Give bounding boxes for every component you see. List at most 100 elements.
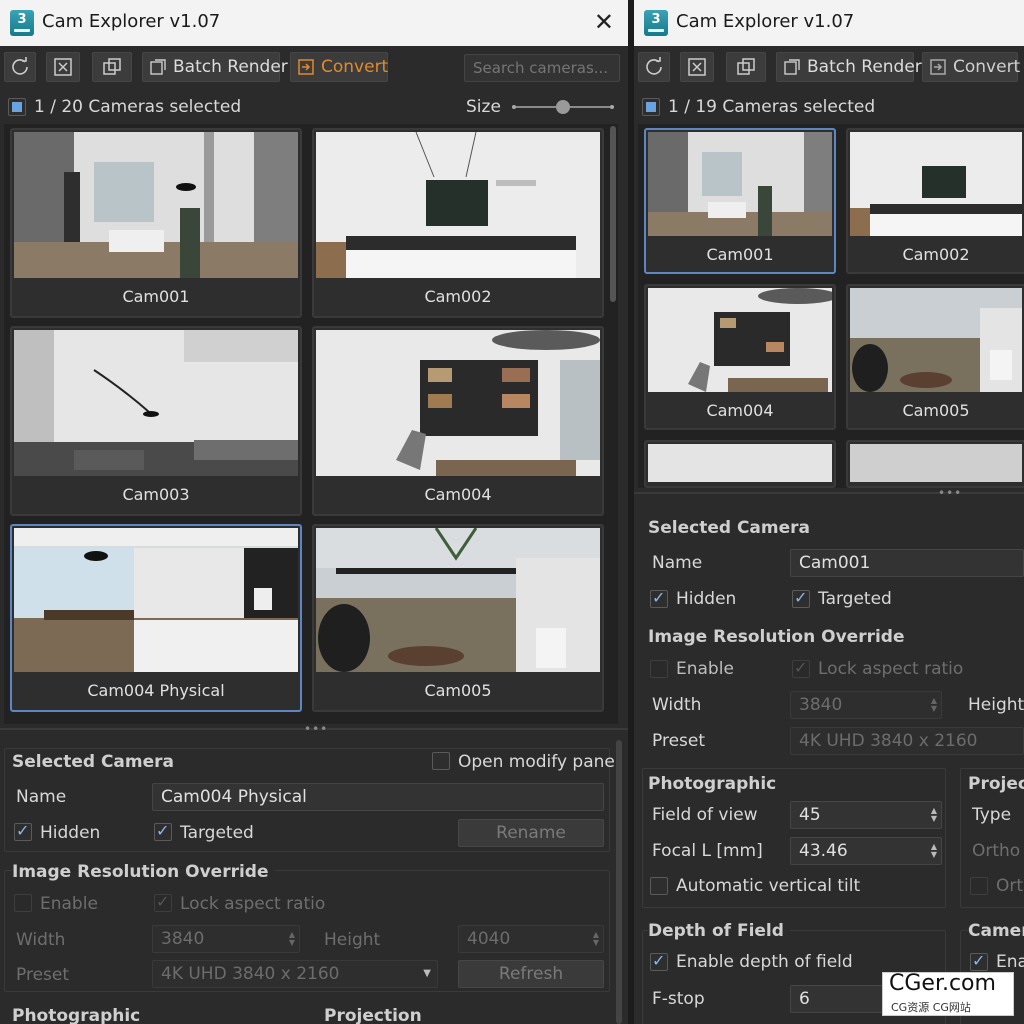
convert-button[interactable]: Convert	[922, 52, 1020, 82]
convert-button[interactable]: Convert	[290, 52, 388, 82]
batch-render-icon	[784, 59, 800, 75]
thumbnail-scrollbar[interactable]	[610, 126, 616, 302]
batch-render-button[interactable]: Batch Render	[142, 52, 288, 82]
hidden-checkbox[interactable]	[14, 821, 32, 841]
projection-type-label: Type	[972, 805, 1012, 825]
window-title: Cam Explorer v1.07	[42, 11, 221, 32]
width-field[interactable]: 3840 ▲ ▼	[152, 925, 300, 953]
refresh-button[interactable]	[4, 52, 36, 82]
spinner-icon[interactable]: ▲ ▼	[593, 931, 599, 947]
close-icon[interactable]: ✕	[594, 8, 614, 36]
spinner-icon[interactable]: ▲ ▼	[931, 807, 937, 823]
thumbnail-cam004[interactable]: Cam004	[644, 284, 836, 430]
camera-name-field[interactable]: Cam001	[790, 549, 1024, 577]
thumbnail-cam003[interactable]: Cam003	[10, 326, 302, 516]
camera-name-field[interactable]: Cam004 Physical	[152, 783, 604, 811]
cam-preview-image	[316, 528, 600, 672]
open-modify-panel-label: Open modify panel	[458, 752, 620, 772]
cam-preview-image	[316, 132, 600, 278]
thumbnail-cam001[interactable]: Cam001	[10, 128, 302, 318]
thumbnail-caption: Cam003	[122, 485, 190, 504]
resolution-enable-checkbox[interactable]	[650, 660, 668, 678]
batch-render-label: Batch Render	[807, 57, 922, 77]
cam-preview-image	[850, 132, 1022, 236]
clear-selection-icon	[54, 58, 72, 76]
properties-scrollbar[interactable]	[616, 740, 622, 1024]
thumbnail-cam002[interactable]: Cam002	[312, 128, 604, 318]
focal-length-field[interactable]: 43.46 ▲ ▼	[790, 837, 942, 865]
thumbnail-caption: Cam005	[424, 681, 492, 700]
duplicate-button[interactable]	[726, 52, 766, 82]
refresh-button[interactable]	[638, 52, 670, 82]
app-icon: 3	[10, 10, 34, 36]
search-input[interactable]	[464, 54, 620, 82]
app-icon: 3	[644, 10, 668, 36]
resolution-enable-checkbox[interactable]	[14, 894, 32, 912]
lock-aspect-checkbox[interactable]	[154, 892, 172, 912]
rename-button[interactable]: Rename	[458, 819, 604, 847]
select-all-checkbox[interactable]	[642, 98, 660, 116]
spinner-icon[interactable]: ▲ ▼	[289, 931, 295, 947]
enable-dof-label: Enable depth of field	[676, 952, 853, 972]
clear-selection-icon	[688, 58, 706, 76]
splitter-grip[interactable]: •••	[938, 486, 962, 500]
resolution-enable-label: Enable	[676, 659, 734, 679]
deselect-button[interactable]	[46, 52, 80, 82]
deselect-button[interactable]	[680, 52, 714, 82]
width-value: 3840	[799, 695, 843, 715]
width-field[interactable]: 3840 ▲ ▼	[790, 691, 942, 719]
camera-enable-checkbox[interactable]	[970, 951, 988, 971]
hidden-checkbox[interactable]	[650, 588, 668, 608]
refresh-resolution-button[interactable]: Refresh	[458, 960, 604, 988]
open-modify-panel-checkbox[interactable]	[432, 752, 450, 770]
cam-preview-image	[850, 444, 1022, 482]
targeted-checkbox[interactable]	[792, 588, 810, 608]
name-label: Name	[16, 787, 67, 807]
thumbnail-cam001[interactable]: Cam001	[644, 128, 836, 274]
cam-preview-image	[648, 132, 832, 236]
cam-preview-image	[316, 330, 600, 476]
lock-aspect-checkbox[interactable]	[792, 658, 810, 678]
thumbnail-cam004-physical[interactable]: Cam004 Physical	[10, 524, 302, 712]
height-value: 4040	[467, 929, 511, 949]
spinner-icon[interactable]: ▲ ▼	[931, 697, 937, 713]
fov-value: 45	[799, 805, 821, 825]
cam-preview-image	[648, 444, 832, 482]
thumbnail-cam005[interactable]: Cam005	[846, 284, 1024, 430]
thumbnail-partial[interactable]	[846, 440, 1024, 488]
cam-preview-image	[14, 528, 298, 672]
thumbnail-cam005[interactable]: Cam005	[312, 524, 604, 712]
spinner-icon[interactable]: ▲ ▼	[931, 843, 937, 859]
enable-dof-checkbox[interactable]	[650, 951, 668, 971]
targeted-label: Targeted	[180, 823, 254, 843]
targeted-checkbox[interactable]	[154, 821, 172, 841]
batch-render-button[interactable]: Batch Render	[776, 52, 922, 82]
watermark-sub: CG资源 CG网站	[891, 1001, 971, 1014]
thumbnail-cam002[interactable]: Cam002	[846, 128, 1024, 274]
targeted-label: Targeted	[818, 589, 892, 609]
splitter-grip[interactable]: •••	[304, 722, 328, 736]
camera-heading: Camer	[968, 921, 1024, 941]
height-field[interactable]: 4040 ▲ ▼	[458, 925, 604, 953]
resolution-enable-label: Enable	[40, 894, 98, 914]
fov-field[interactable]: 45 ▲ ▼	[790, 801, 942, 829]
preset-dropdown[interactable]: 4K UHD 3840 x 2160	[790, 727, 1024, 755]
selection-row: 1 / 19 Cameras selected	[634, 92, 1024, 122]
slider-knob[interactable]	[556, 100, 570, 114]
auto-vertical-tilt-checkbox[interactable]	[650, 877, 668, 895]
window-title: Cam Explorer v1.07	[676, 11, 855, 32]
preset-dropdown[interactable]: 4K UHD 3840 x 2160 ▼	[152, 960, 438, 988]
thumbnail-caption: Cam004	[706, 401, 774, 420]
selection-row: 1 / 20 Cameras selected Size	[0, 92, 628, 122]
ortho-checkbox[interactable]	[970, 877, 988, 895]
selected-camera-heading: Selected Camera	[648, 518, 810, 538]
select-all-checkbox[interactable]	[8, 98, 26, 116]
cam-preview-image	[14, 330, 298, 476]
duplicate-button[interactable]	[92, 52, 132, 82]
selection-count: 1 / 20 Cameras selected	[34, 97, 242, 117]
thumbnail-cam004[interactable]: Cam004	[312, 326, 604, 516]
size-label: Size	[466, 97, 501, 117]
width-label: Width	[652, 695, 702, 715]
thumbnail-partial[interactable]	[644, 440, 836, 488]
thumbnail-caption: Cam004	[424, 485, 492, 504]
